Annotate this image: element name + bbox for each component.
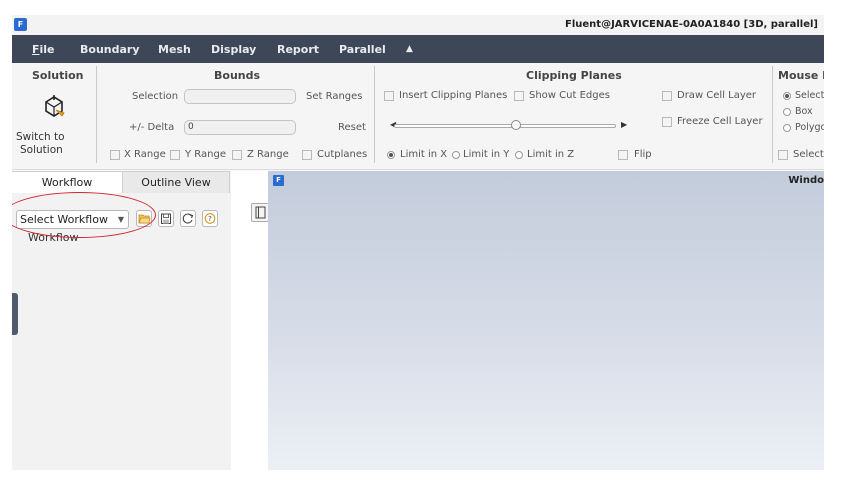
y-range-checkbox[interactable] — [170, 150, 180, 160]
insert-clipping-checkbox[interactable] — [384, 91, 394, 101]
clipping-group-title: Clipping Planes — [526, 69, 622, 82]
bounds-group-title: Bounds — [214, 69, 261, 82]
x-range-checkbox[interactable] — [110, 150, 120, 160]
mouse-box-radio[interactable] — [783, 108, 791, 116]
ribbon-collapse-icon[interactable]: ▲ — [406, 44, 413, 54]
graphics-window[interactable]: F Windo — [268, 171, 824, 470]
switch-solution-label-1: Switch to — [16, 131, 65, 143]
limit-x-label: Limit in X — [400, 149, 448, 160]
flip-label: Flip — [634, 149, 652, 160]
menu-boundary[interactable]: Boundary — [80, 43, 140, 56]
solution-group-title: Solution — [32, 69, 84, 82]
graphics-window-title: Windo — [788, 175, 824, 186]
graphics-header: F Windo — [268, 171, 824, 187]
freeze-cell-layer-label: Freeze Cell Layer — [677, 116, 763, 127]
limit-z-radio[interactable] — [515, 151, 523, 159]
draw-cell-layer-checkbox[interactable] — [662, 91, 672, 101]
ribbon-separator — [374, 66, 375, 163]
mouse-polygon-label: Polygo — [795, 122, 824, 133]
ribbon-separator — [772, 66, 773, 163]
mouse-select-label: Select — [795, 90, 824, 101]
delta-input[interactable]: 0 — [184, 120, 296, 135]
graphics-logo-icon: F — [273, 175, 284, 186]
reset-button[interactable]: Reset — [338, 122, 366, 133]
selection-label: Selection — [132, 91, 179, 102]
window-title: Fluent@JARVICENAE-0A0A1840 [3D, parallel… — [565, 19, 818, 30]
menu-file[interactable]: File — [32, 43, 55, 56]
limit-x-radio[interactable] — [387, 151, 395, 159]
fluent-window: F Fluent@JARVICENAE-0A0A1840 [3D, parall… — [12, 15, 824, 470]
tab-outline-view[interactable]: Outline View — [123, 171, 230, 193]
delta-label: +/- Delta — [129, 122, 175, 133]
menu-parallel[interactable]: Parallel — [339, 43, 386, 56]
open-folder-button[interactable] — [136, 210, 152, 227]
mouse-select-checkbox[interactable] — [778, 150, 788, 160]
draw-cell-layer-label: Draw Cell Layer — [677, 90, 757, 101]
help-button[interactable]: ? — [202, 210, 218, 227]
menu-display[interactable]: Display — [211, 43, 256, 56]
select-workflow-value: Select Workflow — [20, 213, 108, 226]
tab-workflow[interactable]: Workflow — [12, 171, 123, 193]
save-icon — [161, 213, 171, 224]
menu-file-mnemonic: F — [32, 43, 40, 56]
help-icon: ? — [204, 213, 216, 224]
mouse-probe-group-title: Mouse P — [778, 69, 824, 82]
y-range-label: Y Range — [185, 149, 226, 160]
flip-checkbox[interactable] — [618, 150, 628, 160]
switch-to-solution-button[interactable]: Switch to Solution — [14, 89, 94, 159]
freeze-cell-layer-checkbox[interactable] — [662, 117, 672, 127]
z-range-checkbox[interactable] — [232, 150, 242, 160]
insert-clipping-label: Insert Clipping Planes — [399, 90, 508, 101]
mouse-select-check-label: Select — [793, 149, 824, 160]
workflow-tree-label: Workflow — [28, 231, 79, 244]
switch-solution-label-2: Solution — [20, 144, 63, 156]
app-logo-icon: F — [14, 18, 27, 31]
refresh-button[interactable] — [180, 210, 196, 227]
ribbon-separator — [96, 66, 97, 163]
title-bar: F Fluent@JARVICENAE-0A0A1840 [3D, parall… — [12, 15, 824, 35]
folder-open-icon — [138, 214, 151, 224]
menu-bar: File Boundary Mesh Display Report Parall… — [12, 35, 824, 63]
left-panel: Workflow Outline View Select Workflow ▼ … — [12, 171, 231, 470]
side-panel-grip[interactable] — [12, 293, 18, 335]
save-button[interactable] — [158, 210, 174, 227]
mouse-polygon-radio[interactable] — [783, 124, 791, 132]
panel-layout-icon — [255, 206, 266, 219]
x-range-label: X Range — [124, 149, 166, 160]
select-workflow-dropdown[interactable]: Select Workflow ▼ — [16, 210, 129, 229]
menu-report[interactable]: Report — [277, 43, 319, 56]
ribbon: Solution Switch to Solution Bounds Selec… — [12, 63, 824, 170]
cutplanes-label: Cutplanes — [317, 149, 368, 160]
cutplanes-checkbox[interactable] — [302, 150, 312, 160]
refresh-icon — [182, 213, 194, 224]
switch-solution-icon — [45, 95, 65, 117]
limit-y-radio[interactable] — [452, 151, 460, 159]
clipping-slider-track[interactable] — [394, 124, 616, 128]
limit-y-label: Limit in Y — [463, 149, 510, 160]
chevron-down-icon: ▼ — [117, 215, 124, 224]
menu-mesh[interactable]: Mesh — [158, 43, 191, 56]
svg-text:?: ? — [208, 215, 212, 223]
show-cut-edges-checkbox[interactable] — [514, 91, 524, 101]
selection-input[interactable] — [184, 89, 296, 104]
limit-z-label: Limit in Z — [527, 149, 575, 160]
set-ranges-button[interactable]: Set Ranges — [306, 91, 363, 102]
show-cut-edges-label: Show Cut Edges — [529, 90, 610, 101]
mouse-select-radio[interactable] — [783, 92, 791, 100]
slider-right-arrow-icon[interactable]: ▶ — [621, 120, 627, 129]
menu-file-rest: ile — [39, 43, 55, 56]
mouse-box-label: Box — [795, 106, 813, 117]
z-range-label: Z Range — [247, 149, 289, 160]
